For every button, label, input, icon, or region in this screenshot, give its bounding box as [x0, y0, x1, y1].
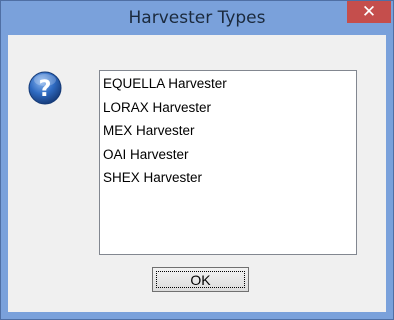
close-button[interactable]: ✕: [347, 1, 391, 23]
list-item[interactable]: MEX Harvester: [102, 120, 356, 144]
list-item[interactable]: OAI Harvester: [102, 144, 356, 168]
dialog-window: Harvester Types ✕ ? EQUELLA Harvester LO…: [0, 0, 394, 320]
dialog-title: Harvester Types: [128, 8, 266, 28]
title-bar[interactable]: Harvester Types ✕: [1, 1, 393, 35]
ok-button[interactable]: OK: [152, 267, 249, 292]
svg-text:?: ?: [39, 77, 52, 102]
list-item[interactable]: EQUELLA Harvester: [102, 73, 356, 97]
dialog-body: ? EQUELLA Harvester LORAX Harvester MEX …: [8, 35, 386, 312]
question-icon: ?: [28, 71, 62, 105]
list-item[interactable]: SHEX Harvester: [102, 167, 356, 191]
focus-outline: [156, 271, 245, 288]
harvester-type-list[interactable]: EQUELLA Harvester LORAX Harvester MEX Ha…: [99, 70, 357, 255]
list-item[interactable]: LORAX Harvester: [102, 97, 356, 121]
